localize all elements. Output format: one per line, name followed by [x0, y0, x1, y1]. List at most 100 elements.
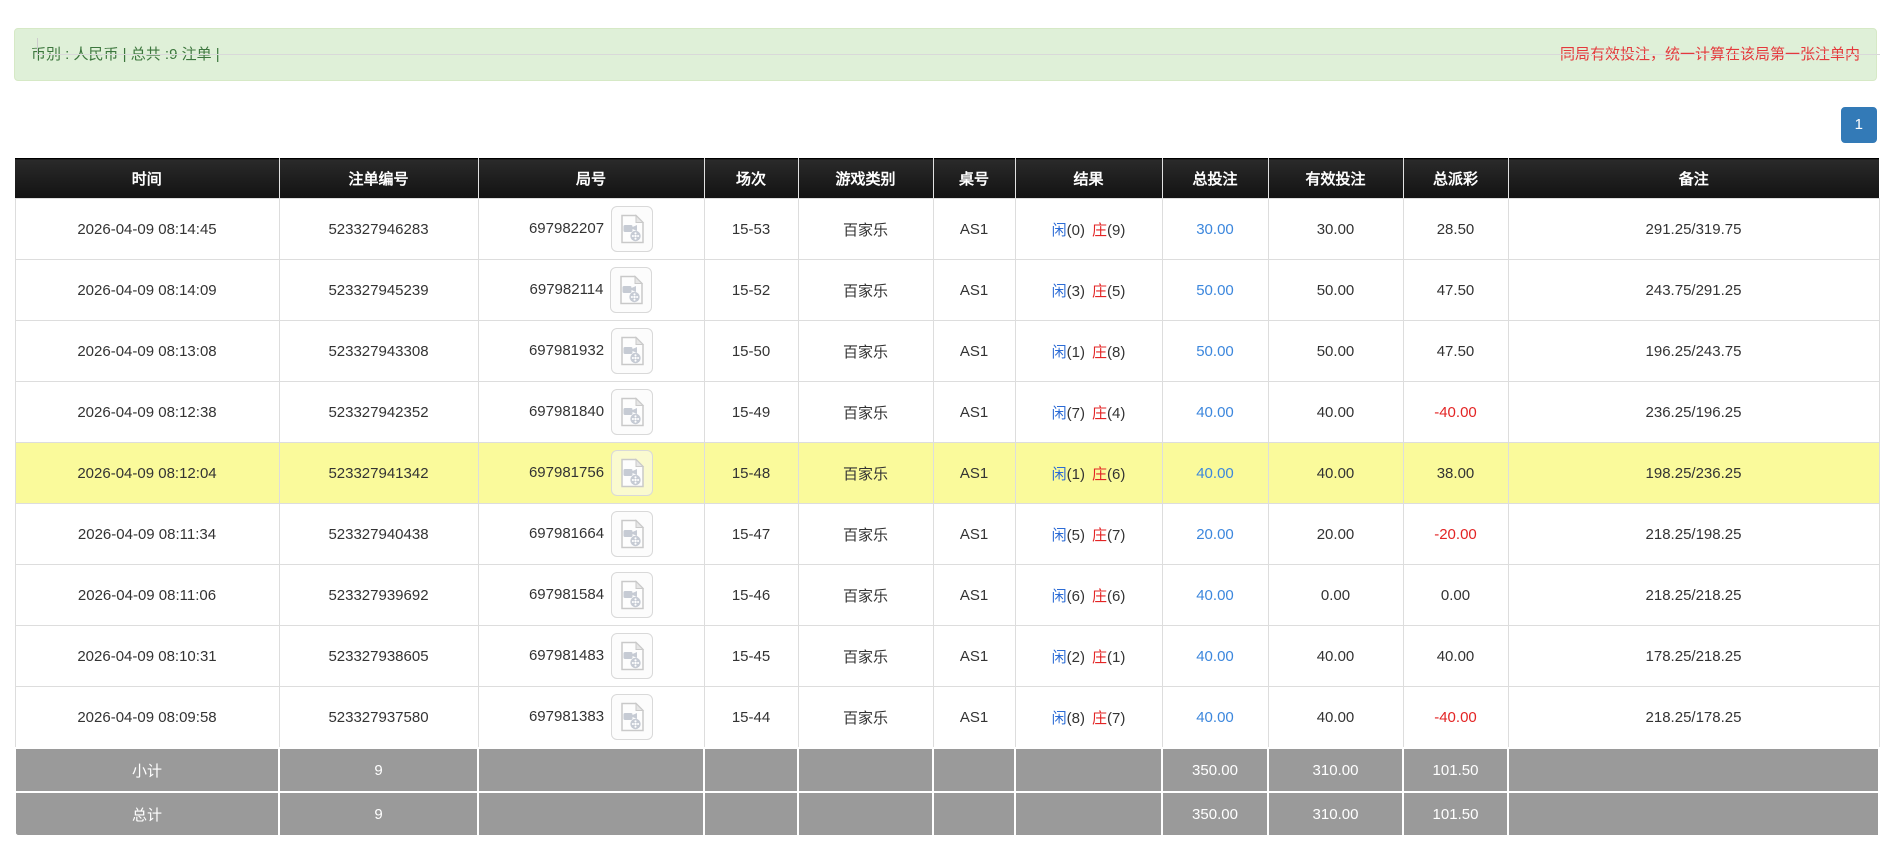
- grand-total-row: 总计 9 350.00 310.00 101.50: [14, 791, 1880, 837]
- session-cell: 15-50: [703, 320, 799, 382]
- result-player-label: 闲: [1051, 282, 1067, 300]
- remark-cell: 236.25/196.25: [1507, 381, 1880, 443]
- session-cell: 15-45: [703, 625, 799, 687]
- empty-cell: [932, 747, 1016, 793]
- table-no-cell: AS1: [932, 442, 1016, 504]
- video-file-icon: [621, 214, 645, 244]
- result-player-label: 闲: [1051, 404, 1067, 422]
- col-header-total-bet: 总投注: [1162, 158, 1269, 199]
- time-cell: 2026-04-09 08:11:34: [14, 503, 280, 565]
- total-bet-link[interactable]: 40.00: [1196, 465, 1234, 482]
- result-banker-label: 庄: [1092, 709, 1108, 727]
- payout-cell: 47.50: [1402, 320, 1509, 382]
- bet-id-cell: 523327945239: [278, 259, 479, 321]
- session-cell: 15-49: [703, 381, 799, 443]
- result-banker-points: (1): [1107, 648, 1126, 666]
- result-cell: 闲(7) 庄(4): [1014, 381, 1163, 443]
- video-replay-button[interactable]: [611, 328, 654, 374]
- subtotal-row: 小计 9 350.00 310.00 101.50: [14, 747, 1880, 793]
- total-bet-cell: 40.00: [1161, 442, 1269, 504]
- result-player-label: 闲: [1051, 221, 1067, 239]
- video-replay-button[interactable]: [611, 389, 654, 435]
- video-file-icon: [621, 397, 645, 427]
- total-bet-cell: 40.00: [1161, 686, 1269, 749]
- result-player-points: (8): [1066, 709, 1085, 727]
- time-cell: 2026-04-09 08:10:31: [14, 625, 280, 687]
- empty-cell: [477, 791, 705, 837]
- empty-cell: [797, 747, 934, 793]
- game-type-cell: 百家乐: [797, 625, 934, 687]
- game-type-cell: 百家乐: [797, 259, 934, 321]
- video-replay-button[interactable]: [610, 267, 653, 313]
- valid-bet-cell: 30.00: [1267, 198, 1404, 260]
- video-replay-button[interactable]: [611, 511, 654, 557]
- game-type-cell: 百家乐: [797, 564, 934, 626]
- video-file-icon: [621, 580, 645, 610]
- result-cell: 闲(8) 庄(7): [1014, 686, 1163, 749]
- col-header-session: 场次: [704, 158, 799, 199]
- session-cell: 15-52: [703, 259, 799, 321]
- payout-cell: 40.00: [1402, 625, 1509, 687]
- result-player-points: (1): [1066, 343, 1085, 361]
- total-bet-link[interactable]: 40.00: [1196, 648, 1234, 665]
- result-banker-points: (8): [1107, 343, 1126, 361]
- subtotal-label: 小计: [14, 747, 280, 793]
- result-player-label: 闲: [1051, 648, 1067, 666]
- result-player-label: 闲: [1051, 709, 1067, 727]
- result-banker-points: (9): [1107, 221, 1126, 239]
- video-replay-button[interactable]: [611, 450, 654, 496]
- table-no-cell: AS1: [932, 198, 1016, 260]
- video-replay-button[interactable]: [611, 206, 654, 252]
- result-banker-label: 庄: [1092, 221, 1108, 239]
- result-banker-points: (5): [1107, 282, 1126, 300]
- table-no-cell: AS1: [932, 625, 1016, 687]
- table-row: 2026-04-09 08:11:06 523327939692 6979815…: [14, 564, 1880, 626]
- round-number: 697981584: [528, 585, 605, 603]
- grand-total-total-bet: 350.00: [1161, 791, 1269, 837]
- round-number: 697981932: [528, 341, 605, 359]
- time-cell: 2026-04-09 08:14:45: [14, 198, 280, 260]
- table-row: 2026-04-09 08:11:34 523327940438 6979816…: [14, 503, 1880, 565]
- total-bet-link[interactable]: 40.00: [1196, 587, 1234, 604]
- total-bet-cell: 30.00: [1161, 198, 1269, 260]
- pagination: 1: [0, 107, 1877, 143]
- panel-corner-line: [37, 38, 1880, 55]
- result-banker-label: 庄: [1092, 587, 1108, 605]
- result-player-points: (5): [1066, 526, 1085, 544]
- total-bet-link[interactable]: 40.00: [1196, 709, 1234, 726]
- valid-bet-cell: 40.00: [1267, 625, 1404, 687]
- round-number: 697981664: [528, 524, 605, 542]
- video-file-icon: [621, 641, 645, 671]
- video-replay-button[interactable]: [611, 572, 654, 618]
- bet-id-cell: 523327942352: [278, 381, 479, 443]
- video-file-icon: [621, 336, 645, 366]
- result-player-points: (3): [1066, 282, 1085, 300]
- time-cell: 2026-04-09 08:12:04: [14, 442, 280, 504]
- empty-cell: [477, 747, 705, 793]
- total-bet-link[interactable]: 20.00: [1196, 526, 1234, 543]
- round-number: 697981756: [528, 463, 605, 481]
- total-bet-link[interactable]: 40.00: [1196, 404, 1234, 421]
- empty-cell: [797, 791, 934, 837]
- video-replay-button[interactable]: [611, 633, 654, 679]
- table-row: 2026-04-09 08:12:38 523327942352 6979818…: [14, 381, 1880, 443]
- session-cell: 15-48: [703, 442, 799, 504]
- round-cell: 697981483: [477, 625, 705, 687]
- result-banker-label: 庄: [1092, 343, 1108, 361]
- grand-total-valid-bet: 310.00: [1267, 791, 1404, 837]
- pagination-page-1[interactable]: 1: [1840, 107, 1877, 143]
- time-cell: 2026-04-09 08:13:08: [14, 320, 280, 382]
- result-cell: 闲(1) 庄(8): [1014, 320, 1163, 382]
- game-type-cell: 百家乐: [797, 503, 934, 565]
- video-replay-button[interactable]: [611, 694, 654, 740]
- table-row: 2026-04-09 08:09:58 523327937580 6979813…: [14, 686, 1880, 749]
- bet-id-cell: 523327937580: [278, 686, 479, 749]
- grand-total-label: 总计: [14, 791, 280, 837]
- payout-cell: 0.00: [1402, 564, 1509, 626]
- total-bet-link[interactable]: 30.00: [1196, 221, 1234, 238]
- result-player-label: 闲: [1051, 465, 1067, 483]
- total-bet-link[interactable]: 50.00: [1196, 343, 1234, 360]
- result-player-label: 闲: [1051, 526, 1067, 544]
- result-player-points: (6): [1066, 587, 1085, 605]
- total-bet-link[interactable]: 50.00: [1196, 282, 1234, 299]
